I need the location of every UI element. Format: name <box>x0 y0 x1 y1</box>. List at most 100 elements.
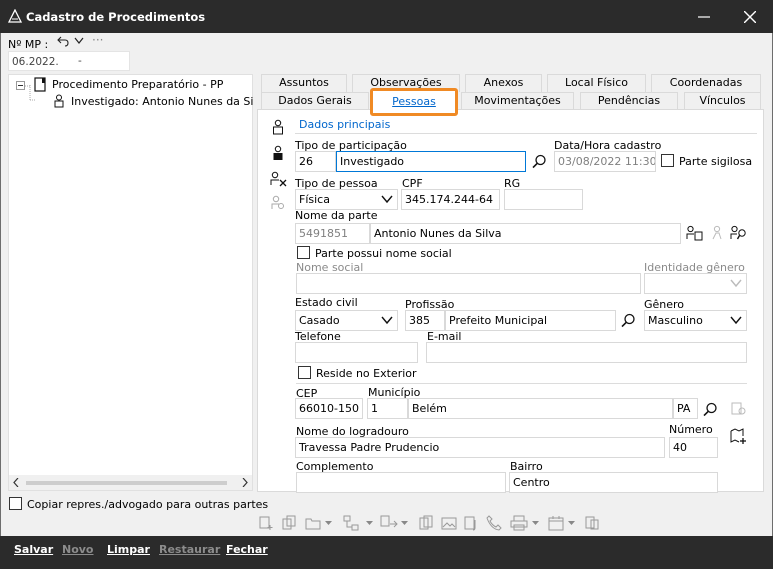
tab-dados-gerais[interactable]: Dados Gerais <box>261 92 369 110</box>
copy-representatives-label: Copiar repres./advogado para outras part… <box>27 498 269 511</box>
bottom-toolbar <box>258 514 608 532</box>
mp-label: Nº MP : <box>8 38 49 51</box>
calendar-icon <box>548 516 564 531</box>
tab-label: Local Físico <box>565 76 628 89</box>
chevron-down-icon <box>366 521 373 525</box>
tab-label: Anexos <box>483 76 524 89</box>
tab-assuntos[interactable]: Assuntos <box>261 74 347 92</box>
tab-pessoas[interactable]: Pessoas <box>370 88 458 116</box>
tipo-pessoa-select[interactable]: Física <box>295 189 398 210</box>
data-hora-field: 03/08/2022 11:30 <box>554 151 656 172</box>
person-search-icon[interactable] <box>730 225 748 241</box>
copy-representatives-checkbox[interactable] <box>9 497 22 510</box>
reside-exterior-checkbox[interactable] <box>298 366 311 379</box>
close-form-button[interactable]: Fechar <box>226 543 268 556</box>
window-title: Cadastro de Procedimentos <box>26 10 206 24</box>
email-field[interactable] <box>426 342 747 363</box>
tipo-participacao-code[interactable]: 26 <box>295 151 336 172</box>
collapse-icon[interactable] <box>16 81 25 90</box>
complemento-field[interactable] <box>296 472 506 493</box>
parte-sigilosa-label: Parte sigilosa <box>679 155 753 168</box>
chevron-down-icon[interactable] <box>74 37 84 45</box>
estado-civil-select[interactable]: Casado <box>295 310 398 331</box>
person-icon[interactable] <box>272 119 284 135</box>
uf-field[interactable]: PA <box>673 398 698 419</box>
attachment-icon <box>464 516 476 531</box>
estado-civil-value: Casado <box>299 314 340 327</box>
phone-icon <box>486 515 502 531</box>
cpf-field[interactable]: 345.174.244-64 <box>401 189 500 210</box>
document-stack-icon <box>585 516 599 530</box>
tab-pendencias[interactable]: Pendências <box>580 92 678 110</box>
person-remove-icon[interactable] <box>270 171 288 187</box>
scroll-right-icon[interactable] <box>242 478 248 487</box>
printer-icon <box>510 515 528 531</box>
restore-button[interactable]: Restaurar <box>159 543 220 556</box>
municipio-code[interactable]: 1 <box>367 398 408 419</box>
scroll-thumb[interactable] <box>26 481 227 485</box>
tab-anexos[interactable]: Anexos <box>465 74 542 92</box>
estado-civil-label: Estado civil <box>295 296 358 309</box>
municipio-field[interactable]: Belém <box>408 398 673 419</box>
section-divider <box>296 383 747 384</box>
numero-label: Número <box>669 423 713 436</box>
identidade-genero-select <box>644 273 747 294</box>
image-icon <box>441 517 457 530</box>
mp-number-field[interactable]: 06.2022. - <box>8 51 130 71</box>
tab-label: Assuntos <box>279 76 329 89</box>
new-button[interactable]: Novo <box>62 543 94 556</box>
mp-value-right: - <box>78 55 82 67</box>
bairro-field[interactable]: Centro <box>509 472 718 493</box>
folder-icon <box>305 518 321 530</box>
person-edit-icon[interactable] <box>272 145 284 161</box>
more-icon[interactable]: ··· <box>92 33 103 47</box>
tab-coordenadas[interactable]: Coordenadas <box>651 74 761 92</box>
undo-icon[interactable] <box>57 35 69 47</box>
tab-movimentacoes[interactable]: Movimentações <box>461 92 574 110</box>
tab-vinculos[interactable]: Vínculos <box>684 92 761 110</box>
tree-scrollbar[interactable] <box>9 475 252 490</box>
tree-panel: Procedimento Preparatório - PP Investiga… <box>8 74 253 491</box>
tipo-participacao-field[interactable]: Investigado <box>336 151 526 172</box>
genero-select[interactable]: Masculino <box>644 310 747 331</box>
telefone-field[interactable] <box>295 342 418 363</box>
numero-field[interactable]: 40 <box>669 437 718 458</box>
subtab-dados-principais[interactable]: Dados principais <box>299 118 390 131</box>
nome-parte-label: Nome da parte <box>295 209 378 222</box>
profissao-field[interactable]: Prefeito Municipal <box>445 310 616 331</box>
profissao-code[interactable]: 385 <box>405 310 445 331</box>
chevron-down-icon <box>730 316 742 325</box>
tree-child-item[interactable]: Investigado: Antonio Nunes da Silva <box>71 95 253 108</box>
chevron-down-icon <box>325 521 332 525</box>
minimize-button[interactable] <box>681 0 727 33</box>
transfer-icon <box>380 515 398 528</box>
genero-value: Masculino <box>648 314 703 327</box>
parte-sigilosa-checkbox[interactable] <box>661 154 674 167</box>
search-icon[interactable] <box>621 313 636 328</box>
nome-social-field <box>296 273 641 294</box>
tab-pessoas-label: Pessoas <box>392 95 436 108</box>
tab-label: Coordenadas <box>669 76 743 89</box>
close-button[interactable] <box>727 0 773 33</box>
minimize-icon <box>698 16 710 18</box>
tree-root-item[interactable]: Procedimento Preparatório - PP <box>52 78 223 91</box>
scroll-left-icon[interactable] <box>13 478 19 487</box>
nome-social-checkbox-label: Parte possui nome social <box>315 247 452 260</box>
mp-value-left: 06.2022. <box>12 56 59 68</box>
search-icon[interactable] <box>703 402 718 417</box>
save-button[interactable]: Salvar <box>14 543 53 556</box>
person-card-icon[interactable] <box>686 225 703 241</box>
chevron-down-icon <box>381 195 393 204</box>
cep-field[interactable]: 66010-150 <box>295 398 363 419</box>
person-icon <box>54 94 64 108</box>
copy-icon <box>282 515 296 530</box>
close-icon <box>743 10 757 24</box>
nome-parte-field[interactable]: Antonio Nunes da Silva <box>370 223 681 244</box>
tab-local-fisico[interactable]: Local Físico <box>547 74 646 92</box>
rg-field[interactable] <box>504 189 583 210</box>
logradouro-field[interactable]: Travessa Padre Prudencio <box>295 437 665 458</box>
clear-button[interactable]: Limpar <box>107 543 150 556</box>
search-icon[interactable] <box>532 154 547 169</box>
nome-social-checkbox[interactable] <box>297 246 310 259</box>
map-add-icon[interactable] <box>730 427 748 445</box>
